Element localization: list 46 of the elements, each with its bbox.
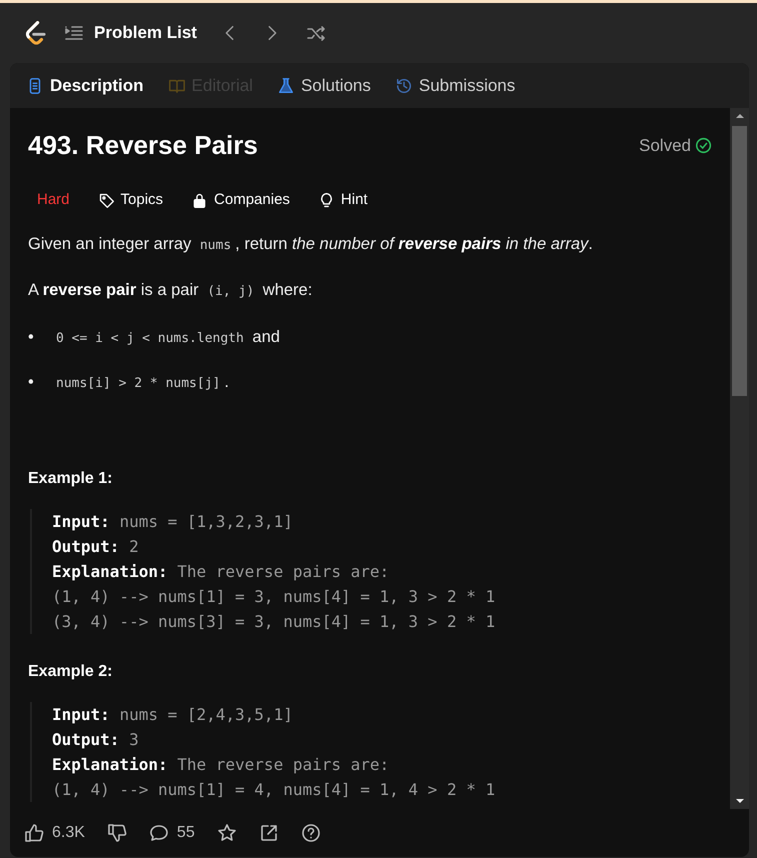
thumbs-up-icon (24, 823, 44, 843)
tag-button[interactable]: Hint (308, 185, 378, 216)
problem-title: 493. Reverse Pairs (28, 130, 258, 162)
history-icon (394, 76, 413, 94)
example-line: Input: nums = [2,4,3,5,1] (52, 704, 294, 726)
example-line: Explanation: The reverse pairs are: (52, 560, 390, 583)
example-title: Example 2: (28, 662, 114, 682)
example-line: Input: nums = [1,3,2,3,1] (52, 510, 294, 533)
example-line: (1, 4) --> nums[1] = 3, nums[4] = 1, 3 > 2 * 1 (52, 586, 496, 608)
flask-icon (276, 76, 295, 94)
thumbs-down-icon[interactable] (106, 823, 127, 843)
constraint-item: 0 <= i < j < nums.length and (55, 327, 280, 348)
comment-icon (148, 823, 169, 843)
problem-list-button[interactable]: Problem List (64, 20, 197, 46)
tag-icon (98, 192, 115, 209)
example-line: (3, 4) --> nums[3] = 3, nums[4] = 1, 3 > 2 * 1 (52, 610, 496, 633)
scroll-down-icon[interactable] (734, 797, 744, 805)
tab[interactable]: Submissions (394, 72, 516, 98)
comments-button[interactable]: 55 (148, 821, 195, 845)
tab[interactable]: Solutions (276, 72, 371, 98)
bullet-marker: • (28, 372, 35, 393)
example-line: (1, 4) --> nums[1] = 4, nums[4] = 1, 4 > 2 * 1 (52, 778, 496, 801)
scrollbar-thumb[interactable] (732, 126, 747, 396)
like-button[interactable]: 6.3K (24, 821, 85, 845)
tab[interactable]: Description (26, 72, 144, 98)
scroll-up-icon[interactable] (734, 112, 744, 120)
example-line: Output: 3 (52, 728, 140, 751)
help-icon[interactable] (300, 823, 321, 843)
difficulty-label: Hard (36, 190, 71, 210)
tag-button[interactable]: Topics (88, 185, 174, 216)
check-circle-icon (695, 137, 712, 154)
bullet-marker: • (28, 327, 35, 348)
lock-icon (191, 192, 208, 209)
problem-paragraph: Given an integer array nums , return the number of reverse pairs in the array. (28, 234, 594, 255)
example-line: Output: 2 (52, 536, 140, 558)
example-title: Example 1: (28, 468, 114, 489)
solved-status: Solved (639, 132, 712, 158)
list-icon (64, 23, 84, 43)
example-line: Explanation: The reverse pairs are: (52, 754, 390, 776)
constraint-item: nums[i] > 2 * nums[j] . (55, 372, 229, 393)
tag-button[interactable]: Companies (181, 185, 300, 216)
star-icon[interactable] (216, 823, 237, 843)
scrollbar[interactable] (730, 108, 749, 809)
problem-paragraph: A reverse pair is a pair (i, j) where: (28, 280, 314, 302)
share-icon[interactable] (258, 823, 279, 843)
shuffle-icon[interactable] (304, 23, 327, 43)
